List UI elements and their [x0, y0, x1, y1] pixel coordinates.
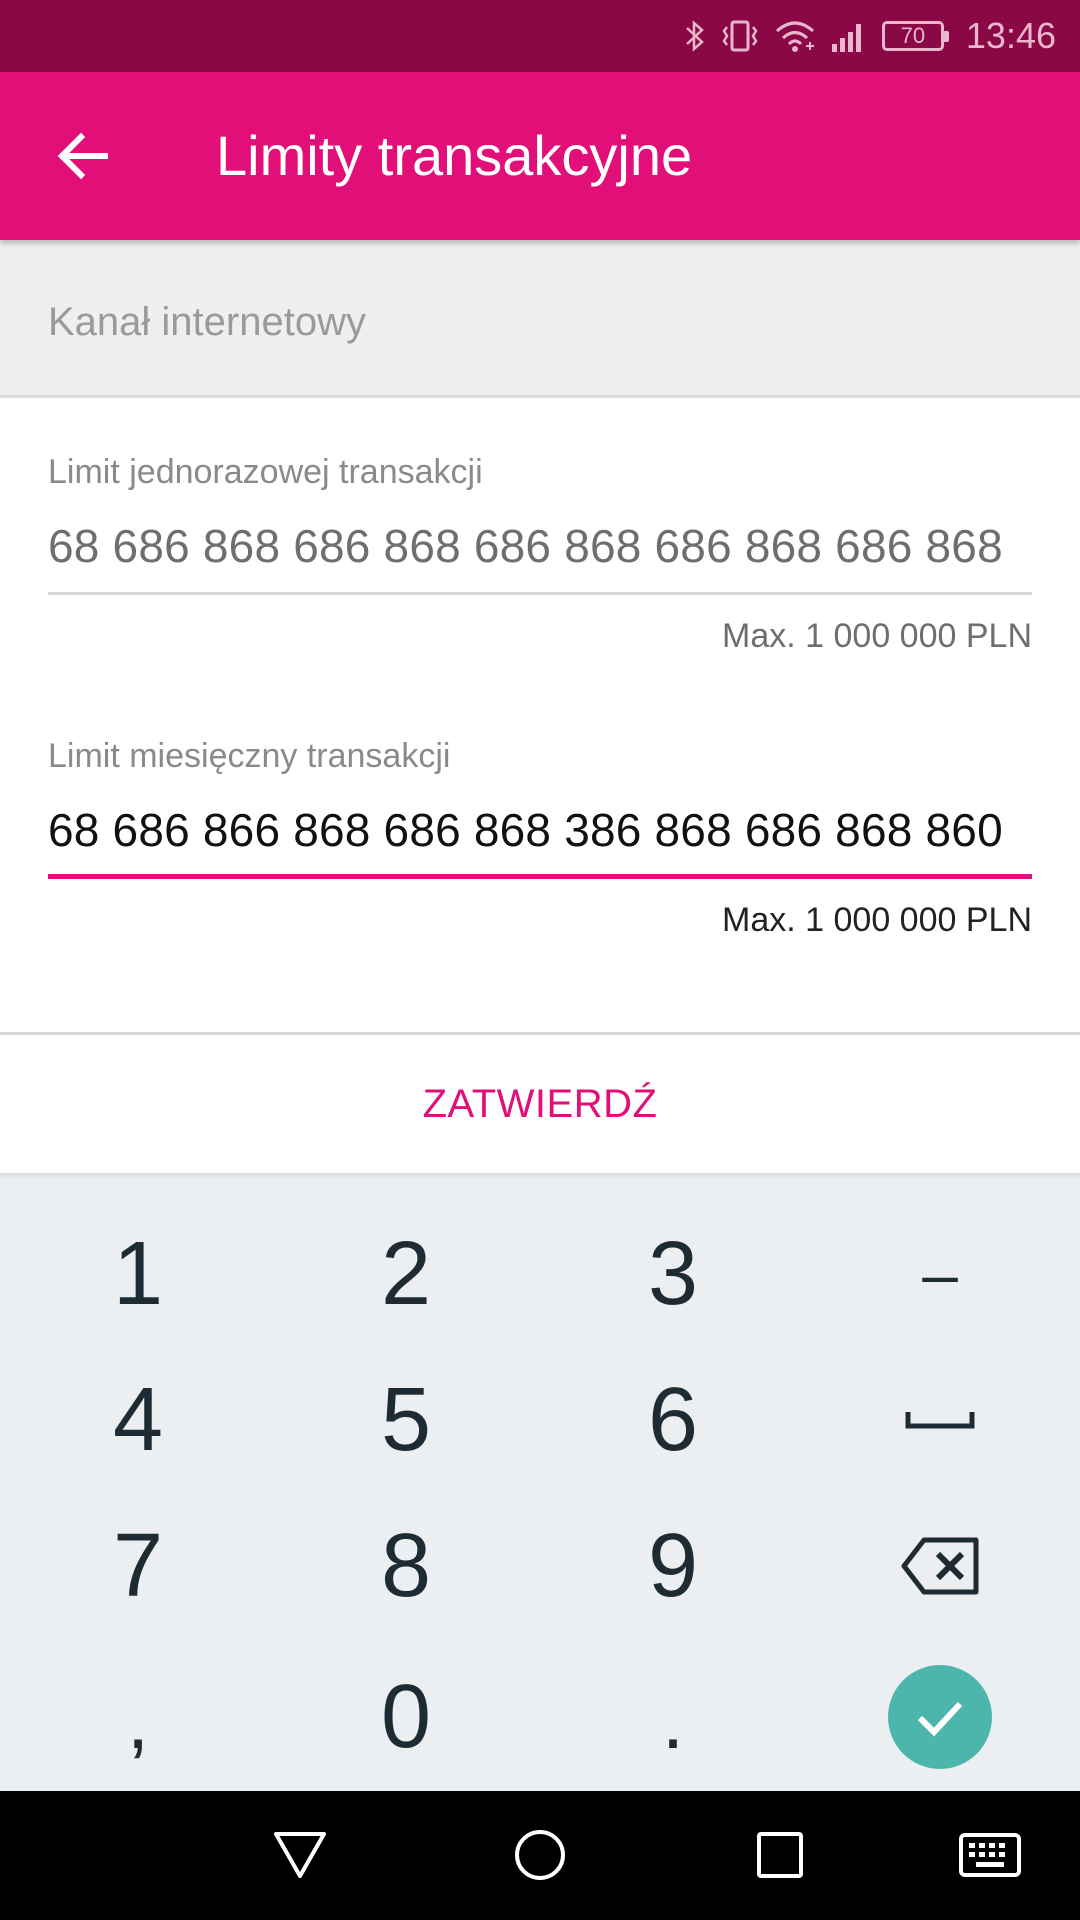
key-4[interactable]: 4	[38, 1350, 238, 1490]
section-title: Kanał internetowy	[48, 300, 366, 344]
nav-back-button[interactable]	[260, 1815, 340, 1895]
monthly-limit-field: Limit miesięczny transakcji Max. 1 000 0…	[48, 736, 1032, 940]
navigation-bar	[0, 1791, 1080, 1920]
section-header: Kanał internetowy	[0, 240, 1080, 398]
key-backspace[interactable]	[840, 1496, 1040, 1636]
status-bar: 70 13:46	[0, 0, 1080, 72]
signal-icon	[830, 18, 868, 54]
page-title: Limity transakcyjne	[216, 124, 693, 187]
key-2[interactable]: 2	[306, 1204, 506, 1344]
back-triangle-icon	[274, 1832, 326, 1878]
key-5[interactable]: 5	[306, 1350, 506, 1490]
wifi-icon	[774, 18, 816, 54]
status-icons: 70 13:46	[684, 0, 1056, 72]
key-6[interactable]: 6	[573, 1350, 773, 1490]
monthly-limit-underline	[48, 874, 1032, 879]
battery-icon: 70	[881, 21, 949, 51]
back-button[interactable]	[38, 116, 128, 196]
bluetooth-icon	[684, 18, 706, 54]
nav-home-button[interactable]	[500, 1815, 580, 1895]
key-9[interactable]: 9	[573, 1496, 773, 1636]
confirm-button[interactable]: ZATWIERDŹ	[0, 1035, 1080, 1173]
key-minus[interactable]: –	[840, 1204, 1040, 1344]
single-limit-hint: Max. 1 000 000 PLN	[722, 617, 1032, 655]
status-time: 13:46	[965, 15, 1056, 56]
nav-recents-button[interactable]	[740, 1815, 820, 1895]
key-enter[interactable]	[840, 1647, 1040, 1787]
single-limit-label: Limit jednorazowej transakcji	[48, 453, 483, 491]
numeric-keyboard: 1 2 3 – 4 5 6 7 8 9 , 0 .	[0, 1173, 1080, 1791]
nav-keyboard-button[interactable]	[950, 1815, 1030, 1895]
key-3[interactable]: 3	[573, 1204, 773, 1344]
vibrate-icon	[720, 18, 760, 54]
enter-key-circle	[888, 1665, 992, 1769]
check-icon	[917, 1701, 963, 1737]
battery-level: 70	[900, 23, 926, 48]
monthly-limit-input[interactable]	[48, 798, 1032, 862]
key-1[interactable]: 1	[38, 1204, 238, 1344]
key-0[interactable]: 0	[306, 1647, 506, 1787]
key-comma[interactable]: ,	[38, 1647, 238, 1787]
recents-square-icon	[757, 1832, 803, 1878]
arrow-back-icon	[57, 132, 108, 180]
key-space[interactable]	[840, 1350, 1040, 1490]
keyboard-icon	[959, 1833, 1021, 1877]
key-7[interactable]: 7	[38, 1496, 238, 1636]
key-period[interactable]: .	[573, 1647, 773, 1787]
monthly-limit-hint: Max. 1 000 000 PLN	[722, 901, 1032, 939]
monthly-limit-label: Limit miesięczny transakcji	[48, 737, 451, 775]
single-limit-field: Limit jednorazowej transakcji Max. 1 000…	[48, 452, 1032, 656]
key-8[interactable]: 8	[306, 1496, 506, 1636]
single-limit-input[interactable]	[48, 514, 1032, 578]
app-bar: Limity transakcyjne	[0, 72, 1080, 240]
backspace-icon	[901, 1537, 979, 1595]
single-limit-underline	[48, 592, 1032, 595]
home-circle-icon	[515, 1830, 565, 1880]
space-bar-icon	[905, 1412, 975, 1429]
